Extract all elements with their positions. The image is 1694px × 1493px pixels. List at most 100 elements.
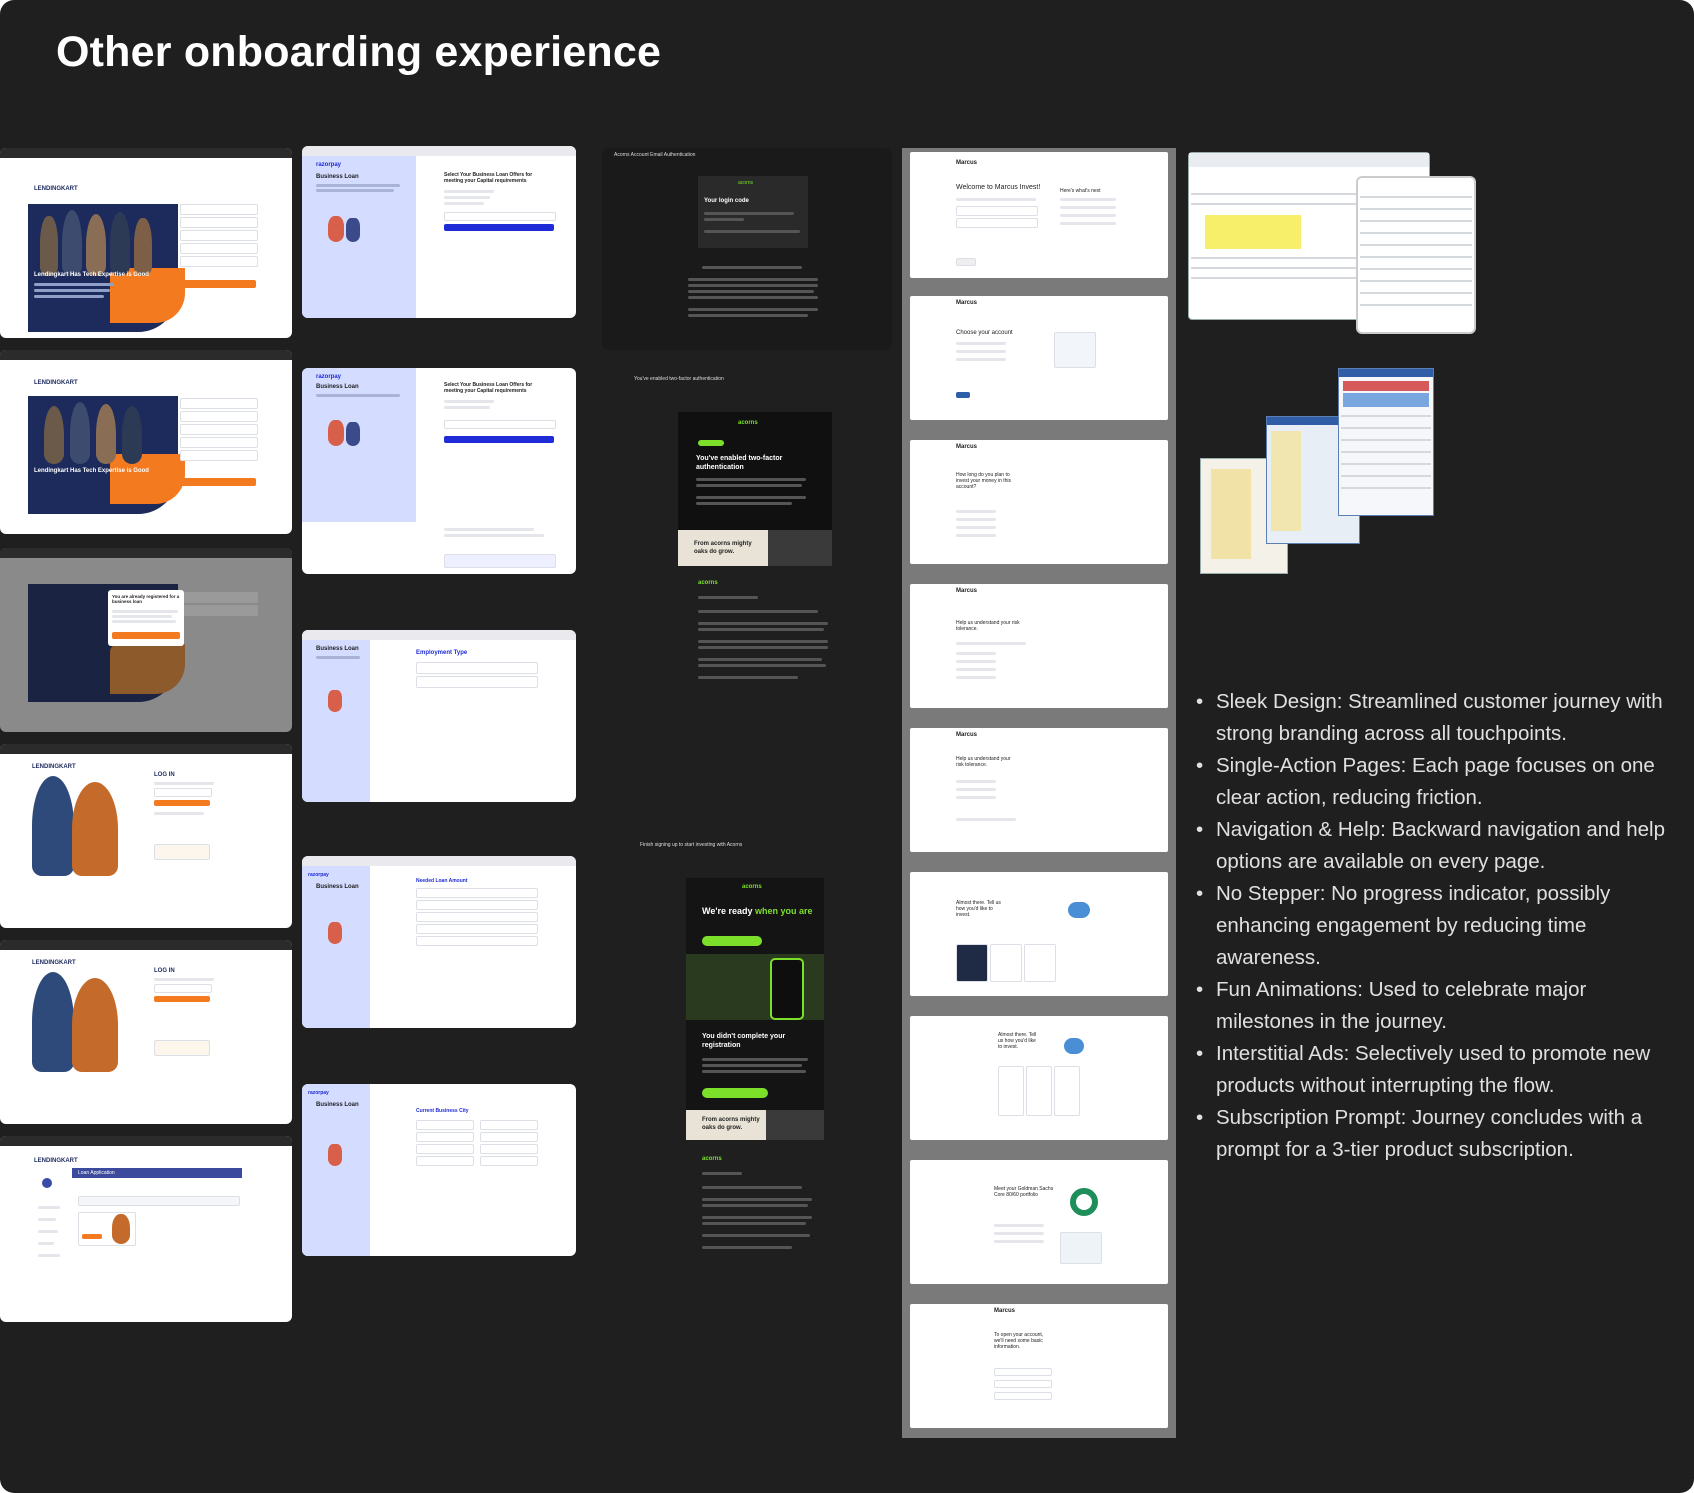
form-field[interactable] — [180, 243, 258, 254]
proceed-button[interactable] — [444, 436, 554, 443]
marcus-welcome: Marcus Welcome to Marcus Invest! Here's … — [910, 152, 1168, 278]
form-field[interactable] — [180, 424, 258, 435]
amount-option[interactable] — [416, 888, 538, 898]
dialog-login-button[interactable] — [112, 632, 180, 639]
illustration — [346, 218, 360, 242]
goal-card[interactable] — [1024, 944, 1056, 982]
form-field[interactable] — [180, 204, 258, 215]
info-panel — [1054, 332, 1096, 368]
continue-button[interactable] — [956, 392, 970, 398]
goal-card[interactable] — [956, 944, 988, 982]
sidebar-title: Business Loan — [316, 174, 359, 180]
finish-signing-up-button[interactable] — [702, 1088, 768, 1098]
goal-illustration — [1068, 902, 1090, 918]
list-item: Navigation & Help: Backward navigation a… — [1196, 814, 1666, 878]
person-image — [86, 214, 106, 276]
browser-bar — [0, 350, 292, 360]
city-option[interactable] — [480, 1132, 538, 1142]
email-heading: Your login code — [704, 198, 749, 204]
razorpay-sidebar: Business Loan — [302, 640, 370, 802]
submit-button[interactable] — [180, 478, 256, 486]
lendingkart-screen-2: LENDINGKART Lendingkart Has Tech Experti… — [0, 350, 292, 534]
form-field[interactable] — [180, 398, 258, 409]
goal-card[interactable] — [1026, 1066, 1052, 1116]
avatar — [42, 1178, 52, 1188]
marcus-column: Marcus Welcome to Marcus Invest! Here's … — [902, 148, 1176, 1438]
email-subject: You've enabled two-factor authentication — [634, 376, 724, 382]
spreadsheet-window — [1356, 176, 1476, 334]
city-option[interactable] — [416, 1132, 474, 1142]
form-field[interactable] — [994, 1368, 1052, 1376]
finish-signing-up-button[interactable] — [702, 936, 762, 946]
portfolio-title: Meet your Goldman Sachs Core 80/60 portf… — [994, 1186, 1054, 1198]
marcus-logo: Marcus — [994, 1308, 1016, 1314]
question-title: Almost there. Tell us how you'd like to … — [998, 1032, 1037, 1050]
form-field — [180, 592, 258, 603]
hero-accent — [110, 644, 185, 694]
razorpay-sidebar: razorpay Business Loan — [302, 368, 416, 522]
email-subject: Acorns Account Email Authentication — [614, 152, 696, 158]
city-option[interactable] — [416, 1144, 474, 1154]
city-option[interactable] — [480, 1120, 538, 1130]
option-self-employed[interactable] — [416, 676, 538, 688]
brand-logo: razorpay — [316, 374, 342, 380]
form-field[interactable] — [180, 256, 258, 267]
brand-logo: razorpay — [308, 872, 329, 878]
loan-app-title: Loan Application — [78, 1170, 115, 1176]
city-option[interactable] — [416, 1156, 474, 1166]
lendingkart-dashboard: LENDINGKART Loan Application — [0, 1136, 292, 1322]
form-field[interactable] — [956, 206, 1038, 216]
login-button[interactable] — [154, 800, 210, 806]
tagline-banner: From acorns mighty oaks do grow. — [686, 1110, 824, 1140]
razorpay-screen-3: Business Loan Employment Type — [302, 630, 576, 802]
form-field[interactable] — [956, 218, 1038, 228]
proceed-button[interactable] — [444, 224, 554, 231]
list-item: Single-Action Pages: Each page focuses o… — [1196, 750, 1666, 814]
phone-input[interactable] — [154, 788, 212, 797]
list-item: Sleek Design: Streamlined customer journ… — [1196, 686, 1666, 750]
person-image — [62, 210, 82, 276]
employment-type-title: Employment Type — [416, 650, 468, 656]
goal-card[interactable] — [1054, 1066, 1080, 1116]
marcus-risk-1: Marcus Help us understand your risk tole… — [910, 584, 1168, 708]
lendingkart-screen-3: You are already registered for a busines… — [0, 548, 292, 732]
login-button[interactable] — [154, 996, 210, 1002]
person-image — [72, 978, 118, 1072]
city-option[interactable] — [480, 1144, 538, 1154]
apply-button[interactable] — [82, 1234, 102, 1239]
amount-option[interactable] — [416, 924, 538, 934]
submit-button[interactable] — [180, 280, 256, 288]
open-account-title: To open your account, we'll need some ba… — [994, 1332, 1044, 1350]
continue-button[interactable] — [956, 258, 976, 266]
city-option[interactable] — [480, 1156, 538, 1166]
sidebar-title: Business Loan — [316, 646, 359, 652]
form-field[interactable] — [994, 1392, 1052, 1400]
option-salaried[interactable] — [416, 662, 538, 674]
form-field[interactable] — [180, 217, 258, 228]
goal-card[interactable] — [998, 1066, 1024, 1116]
person-image — [32, 972, 74, 1072]
amount-option[interactable] — [416, 936, 538, 946]
razorpay-screen-5: razorpay Business Loan Current Business … — [302, 1084, 576, 1256]
form-field[interactable] — [444, 212, 556, 221]
amount-option[interactable] — [416, 912, 538, 922]
next-steps-title: Here's what's next — [1060, 188, 1101, 194]
form-field[interactable] — [994, 1380, 1052, 1388]
person-image — [32, 776, 74, 876]
razorpay-sidebar: razorpay Business Loan — [302, 1084, 370, 1256]
person-image — [70, 402, 90, 464]
illustration — [346, 422, 360, 446]
person-image — [72, 782, 118, 876]
form-field[interactable] — [180, 230, 258, 241]
amount-option[interactable] — [416, 900, 538, 910]
phone-input[interactable] — [154, 984, 212, 993]
form-field[interactable] — [180, 411, 258, 422]
city-option[interactable] — [416, 1120, 474, 1130]
hero-title: Lendingkart Has Tech Expertise is Good — [34, 272, 149, 278]
status-badge — [698, 440, 724, 446]
lendingkart-screen-1: LENDINGKART Lendingkart Has Tech Experti… — [0, 148, 292, 338]
form-field[interactable] — [180, 450, 258, 461]
goal-card[interactable] — [990, 944, 1022, 982]
form-field[interactable] — [444, 420, 556, 429]
form-field[interactable] — [180, 437, 258, 448]
